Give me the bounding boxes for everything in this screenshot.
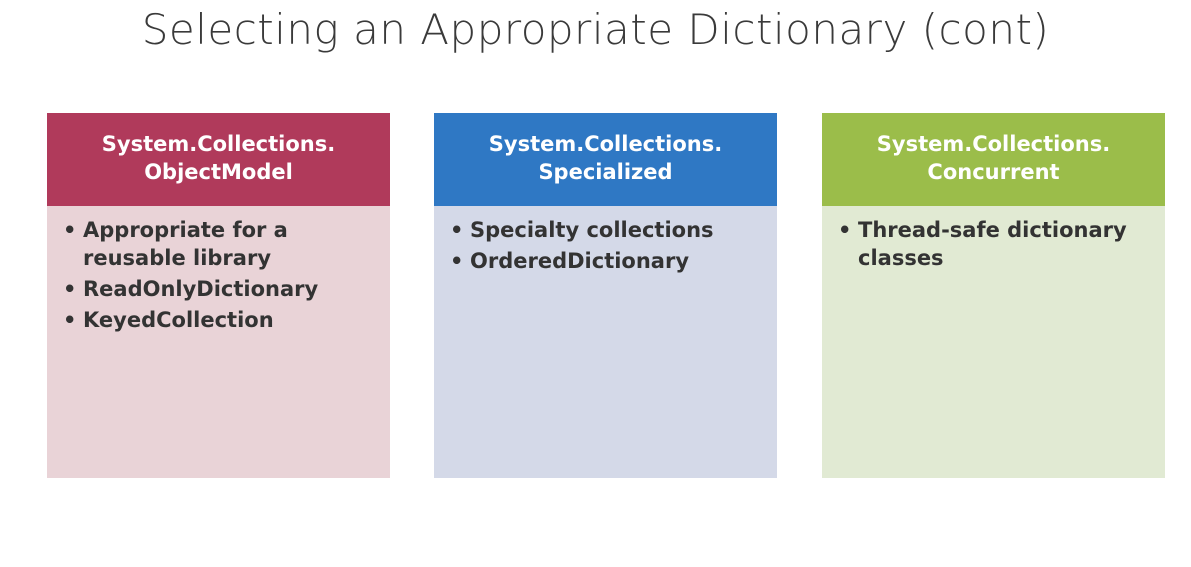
bullet-item: Specialty collections (448, 216, 765, 244)
bullet-list: Specialty collections OrderedDictionary (448, 216, 765, 275)
card-body: Appropriate for a reusable library ReadO… (47, 206, 390, 478)
bullet-item: ReadOnlyDictionary (61, 275, 378, 303)
card-header-line2: Concurrent (927, 159, 1060, 184)
card-header-line2: ObjectModel (144, 159, 293, 184)
card-header: System.Collections. Specialized (434, 113, 777, 206)
card-header-line1: System.Collections. (876, 131, 1111, 156)
card-body: Specialty collections OrderedDictionary (434, 206, 777, 478)
card-objectmodel: System.Collections. ObjectModel Appropri… (47, 113, 390, 478)
bullet-list: Appropriate for a reusable library ReadO… (61, 216, 378, 334)
bullet-item: KeyedCollection (61, 306, 378, 334)
card-header-line2: Specialized (538, 159, 673, 184)
card-body: Thread-safe dictionary classes (822, 206, 1165, 478)
bullet-item: Thread-safe dictionary classes (836, 216, 1153, 272)
card-specialized: System.Collections. Specialized Specialt… (434, 113, 777, 478)
slide: Selecting an Appropriate Dictionary (con… (0, 0, 1191, 567)
bullet-item: OrderedDictionary (448, 247, 765, 275)
slide-title: Selecting an Appropriate Dictionary (con… (141, 5, 1050, 54)
card-header: System.Collections. ObjectModel (47, 113, 390, 206)
bullet-item: Appropriate for a reusable library (61, 216, 378, 272)
card-header-line1: System.Collections. (101, 131, 336, 156)
card-concurrent: System.Collections. Concurrent Thread-sa… (822, 113, 1165, 478)
card-header-line1: System.Collections. (488, 131, 723, 156)
bullet-list: Thread-safe dictionary classes (836, 216, 1153, 272)
card-header: System.Collections. Concurrent (822, 113, 1165, 206)
